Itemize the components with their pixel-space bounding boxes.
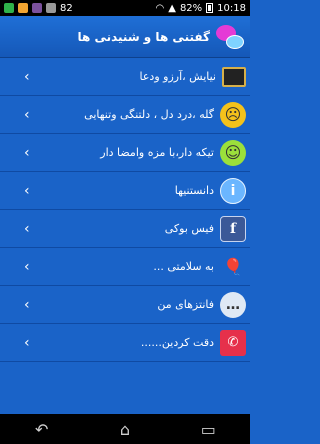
- chevron-left-icon: ‹: [24, 220, 30, 237]
- recents-icon[interactable]: ▭: [188, 420, 228, 439]
- list-item[interactable]: ‹ دقت کردین...... ✆: [0, 324, 250, 362]
- viber-icon: [32, 3, 42, 13]
- chevron-left-icon: ‹: [24, 106, 30, 123]
- chat-bubble-icon: …: [220, 291, 246, 318]
- list-item-label: نیایش ،آرزو ودعا: [139, 70, 216, 83]
- chevron-left-icon: ‹: [24, 182, 30, 199]
- list-item[interactable]: ‹ گله ،درد دل ، دلتنگی وتنهایی ☹: [0, 96, 250, 134]
- sim-icon: [46, 3, 56, 13]
- list-item[interactable]: ‹ فانتزهای من …: [0, 286, 250, 324]
- category-list: ‹ نیایش ،آرزو ودعا ‹ گله ،درد دل ، دلتنگ…: [0, 58, 250, 362]
- chevron-left-icon: ‹: [24, 258, 30, 275]
- list-item[interactable]: ‹ نیایش ،آرزو ودعا: [0, 58, 250, 96]
- chevron-left-icon: ‹: [24, 68, 30, 85]
- phone-icon: ✆: [220, 329, 246, 356]
- home-icon[interactable]: ⌂: [105, 420, 145, 439]
- smiley-icon: ☺: [220, 139, 246, 166]
- list-item[interactable]: ‹ دانستنیها i: [0, 172, 250, 210]
- balloons-icon: 🎈: [223, 257, 243, 276]
- image-icon: [18, 3, 28, 13]
- status-count: 82: [60, 2, 73, 14]
- list-item-label: به سلامتی ...: [153, 260, 214, 273]
- clock: 10:18: [217, 2, 246, 14]
- speech-bubbles-icon: [216, 24, 244, 49]
- info-icon: i: [220, 177, 246, 204]
- sad-face-icon: ☹: [220, 101, 246, 128]
- list-item[interactable]: ‹ به سلامتی ... 🎈: [0, 248, 250, 286]
- list-item[interactable]: ‹ تیکه دار،با مزه وامضا دار ☺: [0, 134, 250, 172]
- chevron-left-icon: ‹: [24, 334, 30, 351]
- wifi-icon: ◠: [155, 2, 165, 14]
- list-item[interactable]: ‹ فیس بوکی f: [0, 210, 250, 248]
- back-icon[interactable]: ↶: [22, 420, 62, 439]
- status-bar: 82 ◠ ▲ 82% 10:18: [0, 0, 250, 16]
- list-item-label: دانستنیها: [174, 184, 214, 197]
- chevron-left-icon: ‹: [24, 296, 30, 313]
- battery-icon: [206, 3, 214, 13]
- facebook-icon: f: [220, 215, 246, 242]
- chevron-left-icon: ‹: [24, 144, 30, 161]
- list-item-label: گله ،درد دل ، دلتنگی وتنهایی: [84, 108, 214, 121]
- list-item-label: دقت کردین......: [140, 336, 214, 349]
- list-item-label: فانتزهای من: [157, 298, 214, 311]
- list-item-label: فیس بوکی: [164, 222, 214, 235]
- app-header: گفتنی ها و شنیدنی ها: [0, 16, 250, 58]
- kaaba-icon: [222, 66, 246, 87]
- notification-icon: [4, 3, 14, 13]
- navigation-bar: ↶ ⌂ ▭: [0, 414, 250, 444]
- list-item-label: تیکه دار،با مزه وامضا دار: [100, 146, 214, 159]
- page-title: گفتنی ها و شنیدنی ها: [77, 29, 210, 44]
- battery-percent: 82%: [179, 2, 203, 14]
- signal-icon: ▲: [168, 2, 176, 14]
